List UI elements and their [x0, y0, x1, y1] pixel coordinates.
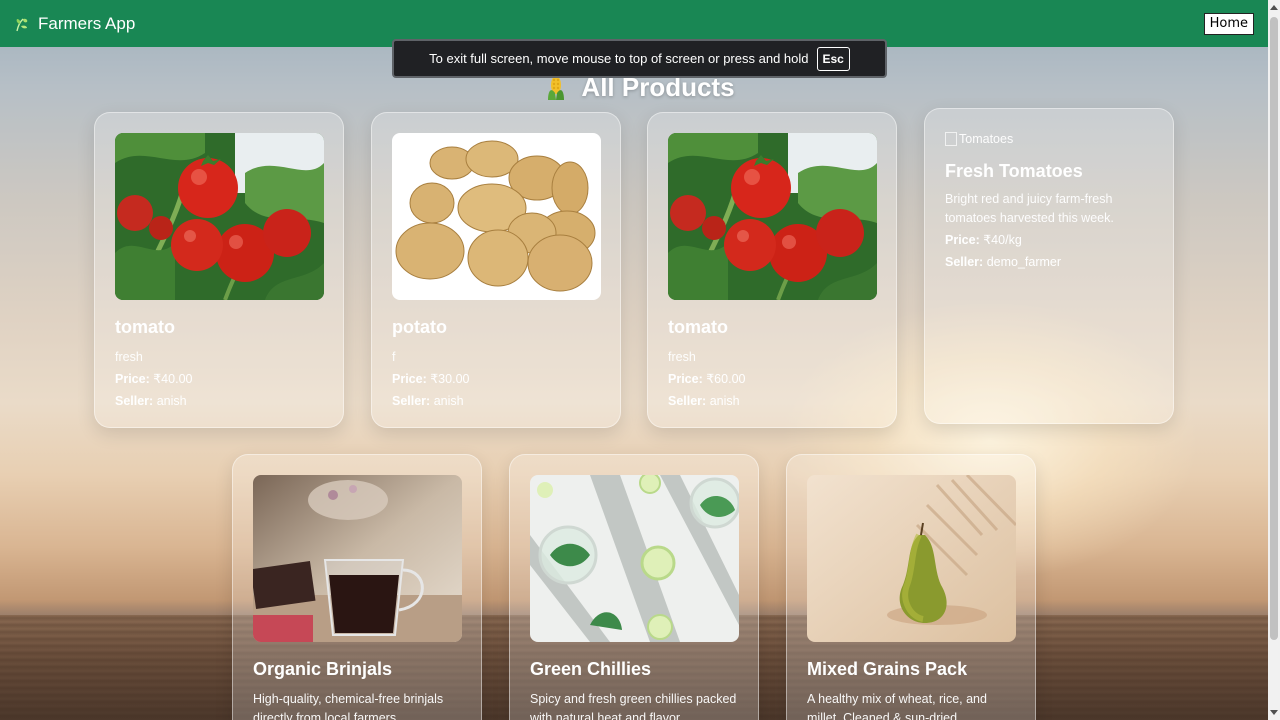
- seller-value: demo_farmer: [986, 255, 1062, 269]
- product-name: tomato: [115, 317, 175, 337]
- product-description: Spicy and fresh green chillies packed wi…: [530, 692, 737, 720]
- broken-image-icon: [945, 132, 957, 146]
- product-price: Price: ₹40.00: [115, 370, 323, 389]
- product-description: fresh: [115, 350, 143, 364]
- broken-image: Tomatoes: [945, 129, 1153, 149]
- product-name: tomato: [668, 317, 728, 337]
- leaf-icon: [16, 18, 28, 31]
- product-card[interactable]: Tomatoes Fresh Tomatoes Bright red and j…: [924, 108, 1174, 424]
- product-seller: Seller: anish: [392, 392, 600, 411]
- seller-label: Seller:: [945, 255, 984, 269]
- product-name: potato: [392, 317, 447, 337]
- price-label: Price:: [392, 372, 427, 386]
- product-card[interactable]: tomato fresh Price: ₹60.00 Seller: anish: [647, 112, 897, 428]
- seller-value: anish: [709, 394, 740, 408]
- product-name: Mixed Grains Pack: [807, 659, 968, 679]
- product-name: Organic Brinjals: [253, 659, 393, 679]
- product-seller: Seller: anish: [115, 392, 323, 411]
- product-description: Bright red and juicy farm-fresh tomatoes…: [945, 192, 1114, 225]
- pear-photo: [807, 475, 1016, 642]
- seller-value: anish: [433, 394, 464, 408]
- image-alt-text: Tomatoes: [959, 132, 1014, 146]
- page-scrollbar[interactable]: [1268, 0, 1280, 720]
- scroll-up-arrow-icon[interactable]: [1270, 5, 1278, 10]
- price-label: Price:: [668, 372, 703, 386]
- product-card[interactable]: Mixed Grains Pack A healthy mix of wheat…: [786, 454, 1036, 720]
- product-price: Price: ₹60.00: [668, 370, 876, 389]
- product-name: Green Chillies: [530, 659, 652, 679]
- product-description: f: [392, 350, 396, 364]
- product-seller: Seller: anish: [668, 392, 876, 411]
- fullscreen-notice: To exit full screen, move mouse to top o…: [392, 39, 887, 78]
- brand-name: Farmers App: [38, 13, 136, 33]
- esc-key-badge: Esc: [816, 46, 850, 71]
- scroll-down-arrow-icon[interactable]: [1270, 710, 1278, 715]
- product-seller: Seller: demo_farmer: [945, 253, 1153, 272]
- brand-link[interactable]: Farmers App: [14, 14, 135, 34]
- seller-value: anish: [156, 394, 187, 408]
- product-description: High-quality, chemical-free brinjals dir…: [253, 692, 444, 720]
- product-name: Fresh Tomatoes: [945, 161, 1083, 181]
- product-card[interactable]: potato f Price: ₹30.00 Seller: anish: [371, 112, 621, 428]
- product-price: Price: ₹30.00: [392, 370, 600, 389]
- seller-label: Seller:: [392, 394, 431, 408]
- home-button[interactable]: Home: [1203, 12, 1254, 35]
- product-description: A healthy mix of wheat, rice, and millet…: [807, 692, 987, 720]
- product-card[interactable]: Organic Brinjals High-quality, chemical-…: [232, 454, 482, 720]
- corn-icon: [548, 75, 565, 100]
- price-label: Price:: [115, 372, 150, 386]
- tomato-photo: [115, 133, 324, 300]
- product-card[interactable]: tomato fresh Price: ₹40.00 Seller: anish: [94, 112, 344, 428]
- lime-drinks-photo: [530, 475, 739, 642]
- potato-photo: [392, 133, 601, 300]
- fullscreen-notice-text: To exit full screen, move mouse to top o…: [429, 51, 809, 66]
- tea-cup-photo: [253, 475, 462, 642]
- tomato-photo: [668, 133, 877, 300]
- product-price: Price: ₹40/kg: [945, 231, 1153, 250]
- price-label: Price:: [945, 233, 980, 247]
- price-value: ₹40.00: [153, 372, 193, 386]
- price-value: ₹30.00: [430, 372, 470, 386]
- product-description: fresh: [668, 350, 696, 364]
- product-card[interactable]: Green Chillies Spicy and fresh green chi…: [509, 454, 759, 720]
- seller-label: Seller:: [115, 394, 154, 408]
- scroll-thumb[interactable]: [1270, 17, 1278, 640]
- seller-label: Seller:: [668, 394, 707, 408]
- price-value: ₹60.00: [706, 372, 746, 386]
- price-value: ₹40/kg: [983, 233, 1022, 247]
